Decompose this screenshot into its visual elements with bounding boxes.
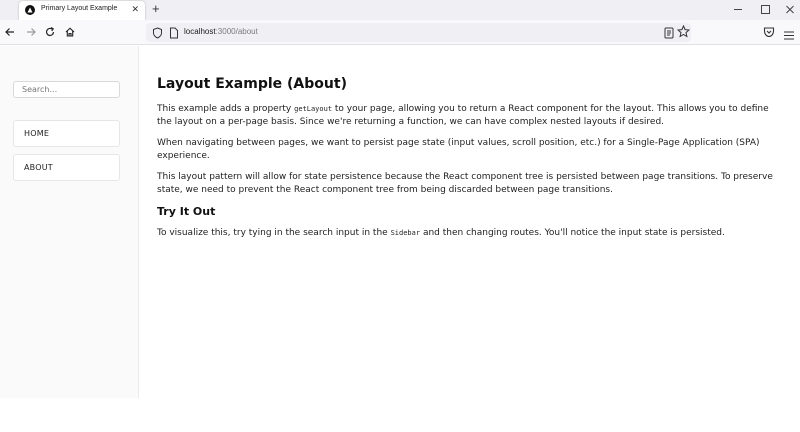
url-host: localhost (184, 27, 216, 36)
try-text-end: and then changing routes. You'll notice … (420, 228, 725, 238)
minimize-button[interactable] (731, 2, 745, 16)
persistence-paragraph: This layout pattern will allow for state… (157, 172, 773, 195)
back-arrow-icon[interactable] (3, 25, 17, 39)
tab-strip: Primary Layout Example ✕ + (0, 0, 800, 20)
bookmark-star-icon[interactable] (676, 24, 691, 43)
window-close-button[interactable] (783, 2, 797, 16)
tab-title: Primary Layout Example (41, 5, 118, 12)
page-viewport: HOME ABOUT Layout Example (About) This e… (0, 46, 800, 398)
main-content: Layout Example (About) This example adds… (157, 76, 782, 249)
navigation-paragraph: When navigating between pages, we want t… (157, 138, 760, 161)
try-text-start: To visualize this, try tying in the sear… (157, 228, 391, 238)
maximize-button[interactable] (758, 2, 772, 16)
shield-icon[interactable] (152, 26, 163, 44)
window-bottom (0, 398, 800, 432)
reload-icon[interactable] (43, 25, 57, 39)
intro-text-start: This example adds a property (157, 104, 295, 114)
intro-paragraph: This example adds a property getLayout t… (157, 103, 782, 128)
page-info-icon[interactable] (169, 26, 179, 44)
reader-view-icon[interactable] (664, 26, 674, 44)
tab-close-icon[interactable]: ✕ (131, 4, 139, 14)
nextjs-favicon-icon (25, 5, 35, 15)
new-tab-button[interactable]: + (152, 2, 160, 16)
forward-arrow-icon[interactable] (24, 25, 38, 39)
sidebar-code: Sidebar (390, 229, 421, 237)
section-heading: Try It Out (157, 205, 216, 218)
page-title: Layout Example (About) (157, 76, 347, 92)
home-icon[interactable] (63, 25, 77, 39)
sidebar: HOME ABOUT (0, 46, 139, 398)
hamburger-menu-icon[interactable] (784, 27, 794, 45)
getlayout-code: getLayout (294, 105, 333, 113)
pocket-icon[interactable] (763, 25, 775, 43)
sidebar-link-about[interactable]: ABOUT (13, 154, 120, 181)
try-it-paragraph: To visualize this, try tying in the sear… (157, 227, 782, 240)
navigation-bar: localhost:3000/about (0, 20, 800, 45)
search-input[interactable] (13, 81, 120, 98)
sidebar-link-home[interactable]: HOME (13, 120, 120, 147)
url-path: :3000/about (215, 27, 258, 36)
url-bar[interactable]: localhost:3000/about (146, 23, 691, 42)
url-text[interactable]: localhost:3000/about (184, 27, 258, 36)
browser-tab[interactable]: Primary Layout Example ✕ (19, 1, 145, 20)
